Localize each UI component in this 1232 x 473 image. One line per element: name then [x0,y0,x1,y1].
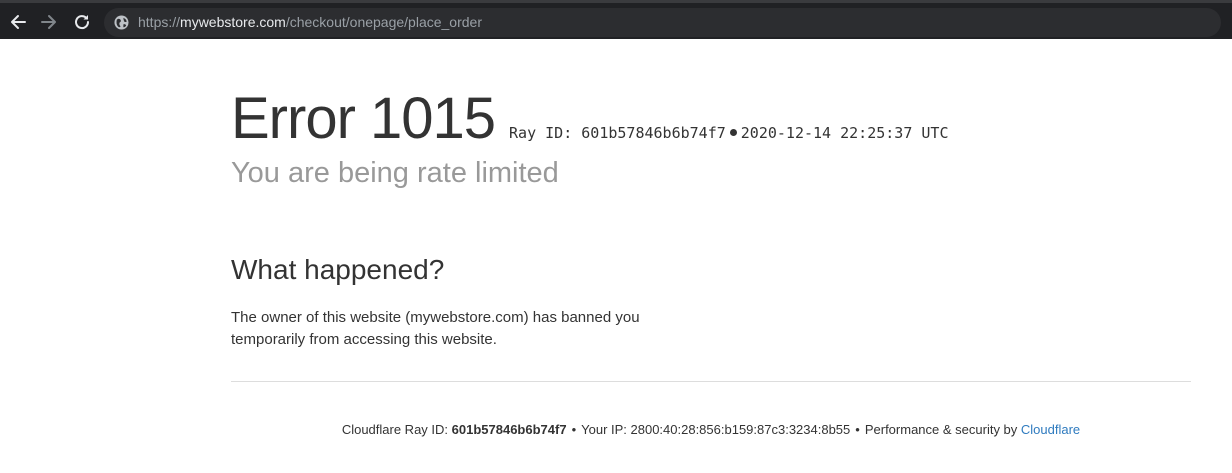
footer-separator: • [855,422,860,437]
url-text[interactable]: https://mywebstore.com/checkout/onepage/… [138,14,482,31]
arrow-right-icon [41,15,56,29]
error-code: Error 1015 [231,86,496,151]
url-scheme: https:// [138,14,181,30]
cloudflare-link[interactable]: Cloudflare [1021,422,1080,437]
ray-info: Ray ID: 601b57846b6b74f7 2020-12-14 22:25… [509,124,948,142]
error-headline: Error 1015 Ray ID: 601b57846b6b74f7 2020-… [231,87,949,151]
reload-button[interactable] [71,11,93,33]
cloudflare-footer: Cloudflare Ray ID: 601b57846b6b74f7 • Your… [231,422,1191,437]
footer-separator: • [571,422,577,437]
url-path: /checkout/onepage/place_order [285,14,482,30]
url-host: mywebstore.com [180,14,286,30]
error-subtitle: You are being rate limited [231,157,559,189]
what-happened-text: The owner of this website (mywebstore.co… [231,309,640,348]
reload-icon [75,15,90,30]
address-bar[interactable]: https://mywebstore.com/checkout/onepage/… [104,8,1221,37]
back-button[interactable] [7,11,29,33]
error-timestamp: 2020-12-14 22:25:37 UTC [740,124,949,142]
footer-ip: Your IP: 2800:40:28:856:b159:87c3:3234:8… [581,422,851,437]
what-happened-heading: What happened? [231,254,445,285]
browser-toolbar: https://mywebstore.com/checkout/onepage/… [0,0,1232,39]
footer-ray-prefix: Cloudflare Ray ID: [341,422,452,437]
globe-icon[interactable] [114,15,129,30]
arrow-left-icon [11,15,26,29]
ray-id-label: Ray ID: 601b57846b6b74f7 [509,124,726,142]
footer-performance: Performance & security by [864,422,1021,437]
forward-button[interactable] [38,11,60,33]
bullet-icon [729,129,737,136]
footer-ray-id: 601b57846b6b74f7 [451,422,567,437]
footer-divider [231,381,1191,382]
